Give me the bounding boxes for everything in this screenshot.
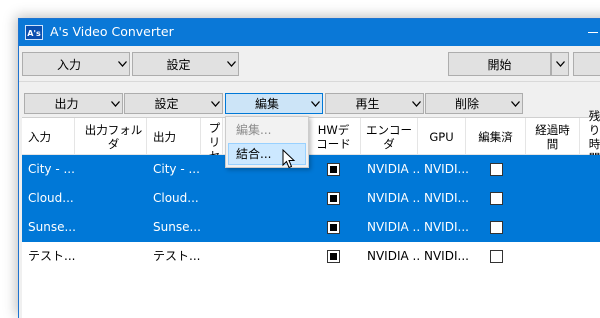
cell-input: Sunse... bbox=[28, 220, 75, 234]
list-settings-button-label: 設定 bbox=[154, 97, 179, 111]
cell-encoder: NVIDIA ... bbox=[367, 162, 421, 176]
start-button-label: 開始 bbox=[487, 57, 512, 72]
delete-button[interactable]: 削除 bbox=[425, 93, 523, 114]
cell-gpu: NVIDI... bbox=[424, 191, 468, 205]
delete-button-label: 削除 bbox=[454, 97, 479, 111]
column-header-preset[interactable]: プリセット bbox=[201, 118, 223, 155]
output-button-label: 出力 bbox=[54, 97, 79, 111]
cell-output: テスト... bbox=[153, 249, 201, 263]
cell-gpu: NVIDI... bbox=[424, 220, 468, 234]
cell-input: City - ... bbox=[28, 162, 75, 176]
column-header-encoder[interactable]: エンコーダ bbox=[361, 118, 418, 155]
column-header-output-folder[interactable]: 出力フォルダ bbox=[75, 118, 147, 155]
edited-checkbox[interactable] bbox=[490, 192, 503, 205]
hw-decode-checkbox[interactable] bbox=[327, 250, 340, 263]
hw-decode-checkbox[interactable] bbox=[327, 221, 340, 234]
chevron-down-icon bbox=[108, 94, 122, 113]
edit-dropdown-menu: 編集... 結合... bbox=[225, 116, 309, 168]
column-header-input[interactable]: 入力 bbox=[22, 118, 75, 155]
column-header-remaining[interactable]: 残り時間 bbox=[580, 109, 600, 165]
main-toolbar: 入力 設定 開始 bbox=[19, 46, 600, 82]
play-button[interactable]: 再生 bbox=[325, 93, 424, 114]
title-bar[interactable]: A's A's Video Converter bbox=[19, 19, 600, 46]
edited-checkbox[interactable] bbox=[490, 221, 503, 234]
column-header-edited[interactable]: 編集済 bbox=[466, 118, 526, 155]
cell-output: Sunse... bbox=[153, 220, 201, 234]
stop-button[interactable] bbox=[573, 52, 600, 76]
cell-input: Cloud... bbox=[28, 191, 74, 205]
file-list-table[interactable]: 入力 出力フォルダ 出力 プリセット HWデコード エンコーダ GPU 編集済 … bbox=[22, 109, 600, 318]
column-header-elapsed[interactable]: 経過時間 bbox=[526, 118, 580, 155]
chevron-down-icon bbox=[409, 94, 423, 113]
column-header-hw-decode[interactable]: HWデコード bbox=[307, 118, 361, 155]
edited-checkbox[interactable] bbox=[490, 250, 503, 263]
cell-encoder: NVIDIA ... bbox=[367, 249, 421, 263]
table-row[interactable]: テスト... テスト... NVIDIA ... NVIDI... bbox=[22, 242, 600, 271]
cell-output: Cloud... bbox=[153, 191, 199, 205]
menu-item-edit[interactable]: 編集... bbox=[228, 119, 306, 141]
output-button[interactable]: 出力 bbox=[24, 93, 123, 114]
hw-decode-checkbox[interactable] bbox=[327, 163, 340, 176]
edit-button[interactable]: 編集 bbox=[225, 93, 323, 114]
chevron-down-icon bbox=[308, 94, 322, 113]
mouse-pointer-icon bbox=[282, 149, 296, 169]
start-options-button[interactable] bbox=[551, 52, 569, 76]
list-settings-button[interactable]: 設定 bbox=[124, 93, 223, 114]
play-button-label: 再生 bbox=[355, 97, 380, 111]
edit-button-label: 編集 bbox=[254, 97, 279, 111]
cell-encoder: NVIDIA ... bbox=[367, 220, 421, 234]
start-button[interactable]: 開始 bbox=[448, 52, 551, 76]
window-title: A's Video Converter bbox=[50, 24, 174, 39]
app-logo-icon: A's bbox=[25, 25, 43, 40]
table-header: 入力 出力フォルダ 出力 プリセット HWデコード エンコーダ GPU 編集済 … bbox=[22, 109, 600, 165]
table-row[interactable]: City - ... City - ... NVIDIA ... NVIDI..… bbox=[22, 155, 600, 184]
cell-output: City - ... bbox=[153, 162, 200, 176]
input-button-label: 入力 bbox=[56, 57, 81, 72]
settings-button[interactable]: 設定 bbox=[132, 52, 239, 76]
chevron-down-icon bbox=[224, 53, 238, 75]
settings-button-label: 設定 bbox=[166, 57, 191, 72]
list-toolbar: 出力 設定 編集 再生 削除 bbox=[19, 88, 600, 118]
hw-decode-checkbox[interactable] bbox=[327, 192, 340, 205]
column-header-output[interactable]: 出力 bbox=[147, 118, 201, 155]
chevron-down-icon bbox=[508, 94, 522, 113]
column-header-gpu[interactable]: GPU bbox=[418, 118, 466, 155]
table-row[interactable]: Sunse... Sunse... NVIDIA ... NVIDI... bbox=[22, 213, 600, 242]
table-row[interactable]: Cloud... Cloud... NVIDIA ... NVIDI... bbox=[22, 184, 600, 213]
app-window: A's A's Video Converter 入力 設定 開始 出力 設定 編… bbox=[18, 18, 600, 318]
cell-encoder: NVIDIA ... bbox=[367, 191, 421, 205]
cell-gpu: NVIDI... bbox=[424, 249, 468, 263]
cell-input: テスト... bbox=[28, 249, 75, 263]
minimize-button[interactable] bbox=[572, 19, 600, 46]
chevron-down-icon bbox=[115, 53, 129, 75]
input-button[interactable]: 入力 bbox=[22, 52, 130, 76]
edited-checkbox[interactable] bbox=[490, 163, 503, 176]
chevron-down-icon bbox=[208, 94, 222, 113]
cell-gpu: NVIDI... bbox=[424, 162, 468, 176]
chevron-down-icon bbox=[553, 53, 567, 75]
